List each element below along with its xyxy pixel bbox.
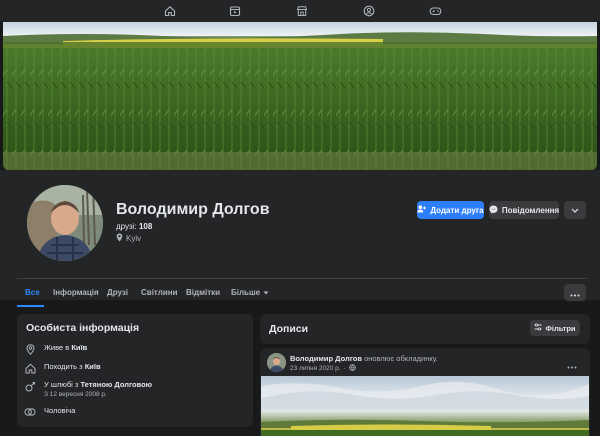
profile-more-button[interactable] bbox=[564, 201, 586, 219]
lives-city[interactable]: Київ bbox=[71, 343, 87, 352]
friends-count[interactable]: друзі: 108 bbox=[116, 222, 152, 231]
friends-number: 108 bbox=[138, 222, 153, 231]
post-action-text: оновлює обкладинку. bbox=[364, 354, 438, 363]
landscape-image bbox=[261, 381, 589, 436]
location-pin-icon bbox=[24, 343, 36, 355]
married-name[interactable]: Тетяною Долговою bbox=[80, 380, 152, 389]
active-tab-indicator bbox=[17, 305, 44, 307]
post-header: Володимир Долгов оновлює обкладинку. bbox=[290, 354, 438, 363]
message-label: Повідомлення bbox=[501, 205, 560, 215]
tab-all[interactable]: Все bbox=[25, 288, 40, 297]
gender-text: Чоловіча bbox=[44, 406, 76, 415]
messenger-icon bbox=[489, 205, 498, 216]
profile-photo bbox=[27, 185, 103, 261]
location-text: Kyiv bbox=[126, 234, 142, 243]
dot-separator: · bbox=[343, 365, 346, 372]
cornfield-image bbox=[3, 22, 597, 170]
tabs-more-options-button[interactable] bbox=[564, 284, 586, 301]
header-divider bbox=[17, 278, 587, 279]
from-prefix: Походить з bbox=[44, 362, 83, 371]
post-card: Володимир Долгов оновлює обкладинку. 23 … bbox=[260, 348, 590, 436]
post-author-photo bbox=[267, 353, 286, 372]
tab-tags[interactable]: Відмітки bbox=[186, 288, 220, 297]
groups-icon[interactable] bbox=[362, 4, 376, 18]
post-options-button[interactable] bbox=[567, 356, 577, 374]
cover-photo[interactable] bbox=[3, 22, 597, 170]
filters-label: Фільтри bbox=[545, 323, 576, 333]
profile-name: Володимир Долгов bbox=[116, 201, 270, 218]
filter-sliders-icon bbox=[534, 323, 542, 333]
chevron-down-icon bbox=[571, 206, 579, 215]
gaming-icon[interactable] bbox=[428, 4, 442, 18]
married-since: З 12 вересня 2008 р. bbox=[44, 391, 107, 398]
message-button[interactable]: Повідомлення bbox=[489, 201, 559, 219]
posts-title: Дописи bbox=[269, 323, 309, 335]
info-from: Походить з Київ bbox=[24, 362, 101, 374]
post-image[interactable] bbox=[261, 376, 589, 436]
profile-location: Kyiv bbox=[116, 233, 141, 244]
post-date[interactable]: 23 липня 2020 р. bbox=[290, 365, 341, 372]
location-pin-icon bbox=[116, 233, 123, 244]
married-prefix: У шлюбі з bbox=[44, 380, 79, 389]
post-meta: 23 липня 2020 р. · bbox=[290, 364, 356, 373]
caret-down-icon bbox=[263, 288, 269, 297]
video-icon[interactable] bbox=[228, 4, 242, 18]
intro-card: Особиста інформація Живе в Київ Походить… bbox=[17, 314, 253, 427]
post-author-avatar[interactable] bbox=[267, 353, 286, 372]
filters-button[interactable]: Фільтри bbox=[530, 320, 580, 336]
rings-icon bbox=[24, 380, 36, 392]
posts-header-card: Дописи Фільтри bbox=[260, 314, 590, 344]
post-author-name[interactable]: Володимир Долгов bbox=[290, 354, 362, 363]
home-icon bbox=[24, 362, 36, 374]
gender-icon bbox=[24, 406, 36, 418]
add-friend-label: Додати друга bbox=[430, 205, 484, 215]
add-friend-button[interactable]: Додати друга bbox=[417, 201, 484, 219]
info-relationship: У шлюбі з Тетяною Долговою З 12 вересня … bbox=[24, 380, 152, 398]
intro-title: Особиста інформація bbox=[26, 322, 140, 334]
tab-more-label: Більше bbox=[231, 288, 261, 297]
add-friend-icon bbox=[417, 205, 427, 215]
top-navigation-bar bbox=[0, 0, 600, 22]
profile-avatar[interactable] bbox=[24, 182, 106, 264]
tab-friends[interactable]: Друзі bbox=[107, 288, 128, 297]
home-icon[interactable] bbox=[163, 4, 177, 18]
marketplace-icon[interactable] bbox=[295, 4, 309, 18]
ellipsis-icon bbox=[567, 356, 577, 373]
tab-photos[interactable]: Світлини bbox=[141, 288, 177, 297]
tab-about[interactable]: Інформація bbox=[53, 288, 99, 297]
tab-more[interactable]: Більше bbox=[231, 288, 269, 297]
lives-prefix: Живе в bbox=[44, 343, 70, 352]
info-lives-in: Живе в Київ bbox=[24, 343, 87, 355]
friends-label: друзі: bbox=[116, 222, 137, 231]
info-gender: Чоловіча bbox=[24, 406, 75, 418]
ellipsis-icon bbox=[570, 284, 580, 302]
from-city[interactable]: Київ bbox=[85, 362, 101, 371]
globe-icon bbox=[348, 364, 356, 373]
